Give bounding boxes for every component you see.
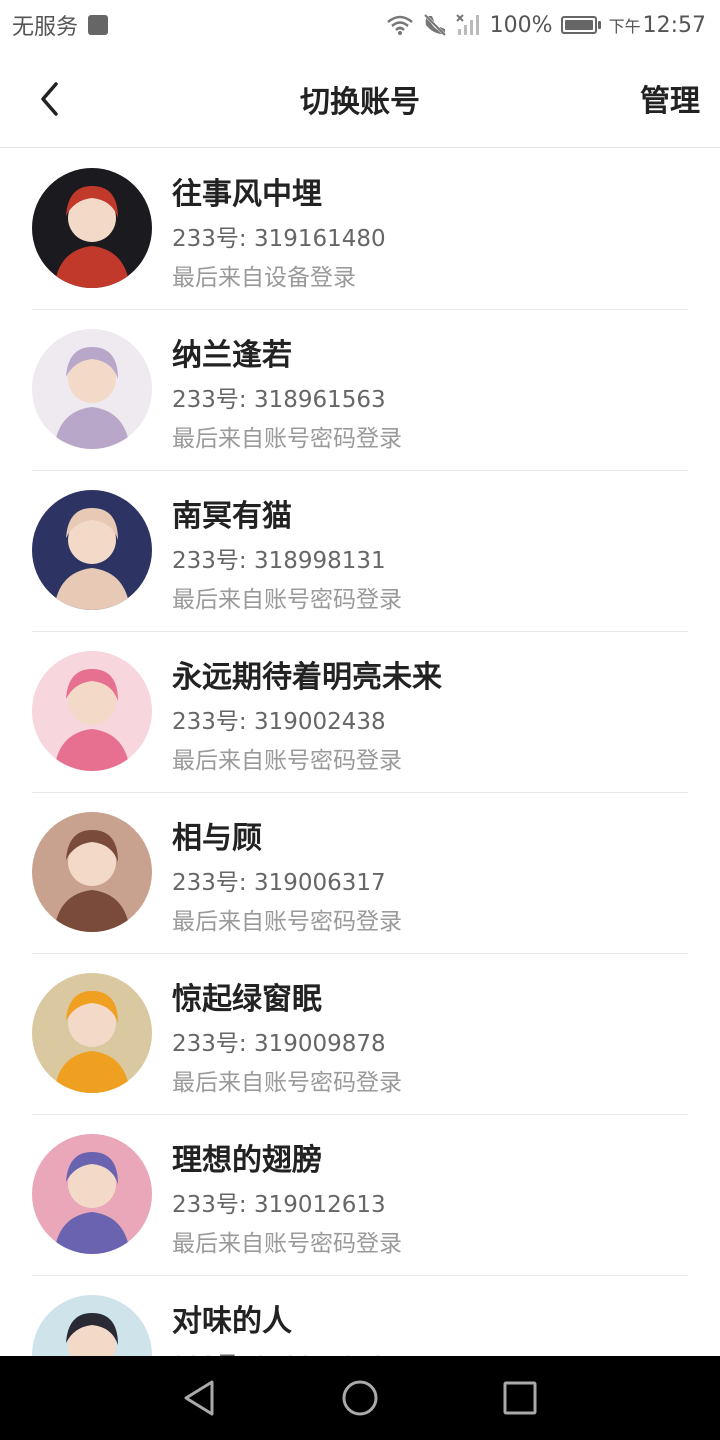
account-id: 233号: 319161480: [172, 226, 386, 252]
avatar: [32, 168, 152, 288]
avatar: [32, 1295, 152, 1356]
avatar: [32, 812, 152, 932]
clock: 下午 12:57: [609, 13, 706, 38]
battery-fill: [564, 20, 593, 30]
status-left: 无服务: [12, 9, 109, 41]
account-name: 南冥有猫: [172, 499, 292, 534]
account-name: 纳兰逢若: [172, 338, 292, 373]
wifi-icon: [386, 14, 414, 36]
manage-button[interactable]: 管理: [640, 76, 700, 120]
account-id: 233号: 319009878: [172, 1031, 386, 1057]
account-list-item[interactable]: 往事风中埋 233号: 319161480 最后来自设备登录: [0, 149, 720, 310]
account-id: 233号: 319012613: [172, 1192, 386, 1218]
account-id: 233号: 318998131: [172, 548, 386, 574]
account-list-item[interactable]: 纳兰逢若 233号: 318961563 最后来自账号密码登录: [0, 310, 720, 471]
account-id: 233号: 318961563: [172, 387, 386, 413]
account-login-method: 最后来自账号密码登录: [172, 426, 402, 452]
home-circle-icon: [342, 1380, 378, 1416]
account-list-item[interactable]: 南冥有猫 233号: 318998131 最后来自账号密码登录: [0, 471, 720, 632]
back-triangle-icon: [184, 1380, 214, 1416]
no-call-icon: [422, 12, 448, 38]
avatar: [32, 1134, 152, 1254]
nav-back-button[interactable]: [170, 1368, 230, 1428]
avatar: [32, 651, 152, 771]
account-login-method: 最后来自账号密码登录: [172, 1231, 402, 1257]
chevron-left-icon: [41, 82, 58, 116]
back-button[interactable]: [28, 74, 72, 124]
account-name: 对味的人: [172, 1304, 292, 1339]
account-name: 永远期待着明亮未来: [172, 660, 442, 695]
account-name: 相与顾: [172, 821, 262, 856]
account-login-method: 最后来自账号密码登录: [172, 909, 402, 935]
account-login-method: 最后来自账号密码登录: [172, 748, 402, 774]
account-id: 233号: 319006317: [172, 870, 386, 896]
avatar: [32, 973, 152, 1093]
page-title: 切换账号: [300, 84, 420, 120]
battery-percent: 100%: [489, 12, 553, 38]
account-name: 往事风中埋: [172, 177, 322, 212]
account-name: 惊起绿窗眠: [172, 982, 322, 1017]
battery-charging-icon: [560, 16, 601, 34]
time-text: 12:57: [642, 12, 706, 38]
account-id: 233号: 319002438: [172, 709, 386, 735]
no-signal-icon: [455, 13, 482, 37]
avatar: [32, 490, 152, 610]
carrier-text: 无服务: [12, 15, 79, 40]
account-list-item[interactable]: 对味的人 233号: 319014253 最后来自账号密码登录: [0, 1276, 720, 1356]
header: 切换账号 管理: [0, 50, 720, 148]
status-bar: 无服务 100% 下午 12:57: [0, 0, 720, 50]
system-nav-bar: [0, 1356, 720, 1440]
sim-icon: [88, 15, 109, 35]
recents-square-icon: [503, 1381, 537, 1415]
account-list-item[interactable]: 相与顾 233号: 319006317 最后来自账号密码登录: [0, 793, 720, 954]
nav-recents-button[interactable]: [490, 1368, 550, 1428]
avatar: [32, 329, 152, 449]
status-right: 100% 下午 12:57: [386, 12, 706, 38]
time-prefix: 下午: [608, 16, 641, 36]
account-list-item[interactable]: 惊起绿窗眠 233号: 319009878 最后来自账号密码登录: [0, 954, 720, 1115]
account-login-method: 最后来自账号密码登录: [172, 587, 402, 613]
account-id: 233号: 319014253: [172, 1346, 386, 1356]
account-list-item[interactable]: 理想的翅膀 233号: 319012613 最后来自账号密码登录: [0, 1115, 720, 1276]
account-name: 理想的翅膀: [172, 1143, 322, 1178]
account-login-method: 最后来自账号密码登录: [172, 1070, 402, 1096]
account-list[interactable]: 往事风中埋 233号: 319161480 最后来自设备登录 纳兰逢若 233号…: [0, 149, 720, 1356]
account-list-item[interactable]: 永远期待着明亮未来 233号: 319002438 最后来自账号密码登录: [0, 632, 720, 793]
nav-home-button[interactable]: [330, 1368, 390, 1428]
account-login-method: 最后来自设备登录: [172, 265, 356, 291]
